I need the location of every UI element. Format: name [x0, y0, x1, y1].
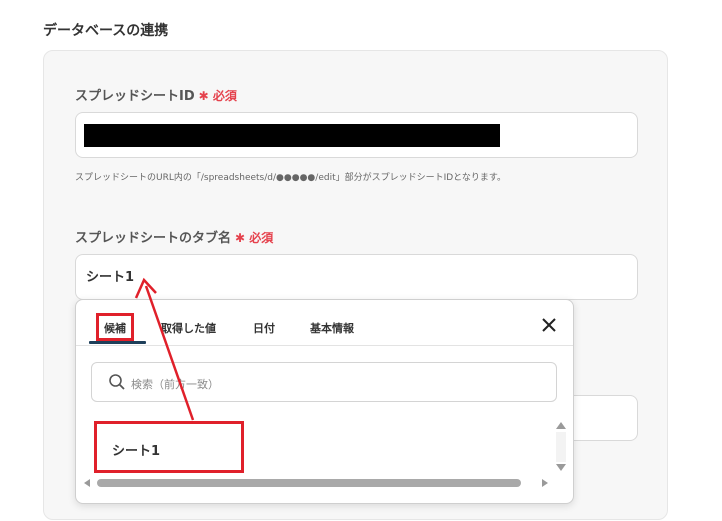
tab-name-input[interactable] [75, 254, 638, 300]
horizontal-scrollbar-thumb[interactable] [97, 479, 521, 487]
option-highlight-box [94, 421, 244, 473]
scroll-down-icon[interactable] [556, 464, 566, 471]
scroll-right-icon[interactable] [542, 479, 548, 487]
active-tab-indicator [89, 341, 146, 344]
search-icon [109, 374, 125, 390]
vertical-scrollbar[interactable] [556, 432, 566, 462]
sheet-id-help-text: スプレッドシートのURL内の「/spreadsheets/d/●●●●●/edi… [75, 173, 507, 183]
tab-basic-info[interactable]: 基本情報 [310, 320, 354, 336]
required-asterisk: ✱ [198, 89, 209, 103]
tabs-divider [76, 345, 573, 346]
sheet-id-label: スプレッドシートID ✱ 必須 [75, 85, 237, 104]
tab-acquired-values[interactable]: 取得した値 [161, 320, 216, 336]
required-marker: ✱ 必須 [199, 89, 237, 103]
tab-name-label: スプレッドシートのタブ名 ✱ 必須 [75, 227, 273, 246]
tab-name-value: シート1 [86, 270, 135, 285]
required-text: 必須 [212, 89, 237, 103]
tab-name-label-text: スプレッドシートのタブ名 [75, 231, 232, 246]
scroll-left-icon[interactable] [84, 479, 90, 487]
tab-highlight-box [96, 313, 134, 341]
required-text: 必須 [249, 231, 274, 245]
search-placeholder: 検索（前方一致） [131, 378, 219, 391]
section-title: データベースの連携 [43, 23, 169, 39]
tab-date[interactable]: 日付 [253, 320, 275, 336]
required-marker: ✱ 必須 [235, 231, 273, 245]
required-asterisk: ✱ [235, 231, 246, 245]
scroll-up-icon[interactable] [556, 422, 566, 429]
redacted-value [84, 124, 500, 147]
sheet-id-label-text: スプレッドシートID [75, 89, 195, 104]
close-icon[interactable] [540, 316, 558, 334]
